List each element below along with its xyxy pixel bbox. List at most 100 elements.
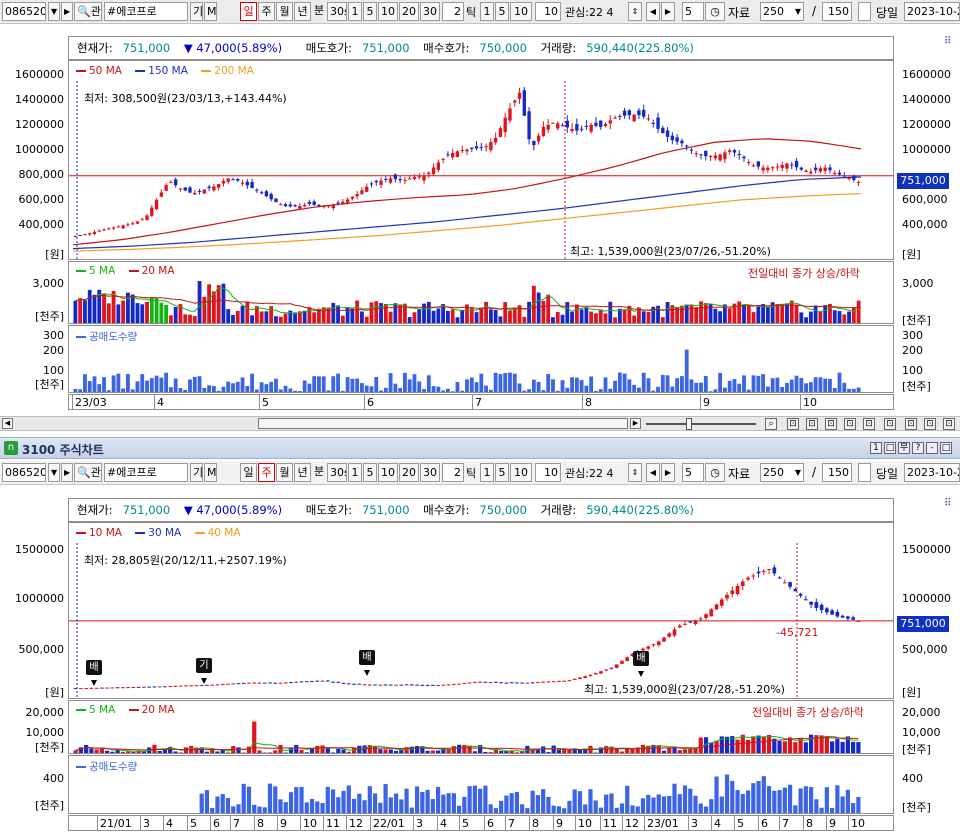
scroll-thumb[interactable] — [258, 418, 628, 429]
marker-bae-1[interactable]: 배 — [86, 660, 102, 675]
zoom-slider-track[interactable] — [646, 423, 756, 425]
gi-button[interactable]: 기 — [190, 2, 203, 21]
settings-grip-icon[interactable]: ⠿ — [944, 36, 951, 47]
window-mu-button[interactable]: 무 — [898, 442, 910, 454]
step-input[interactable]: 5 — [682, 463, 704, 482]
tick-10-button[interactable]: 10 — [510, 2, 532, 21]
help-button[interactable]: ? — [912, 442, 924, 454]
volume-bar — [603, 377, 608, 392]
tick-count-input[interactable]: 2 — [442, 463, 464, 482]
spin-icon[interactable]: ⇕ — [628, 2, 642, 21]
tick-5-button[interactable]: 5 — [495, 463, 509, 482]
settings-grip-icon[interactable]: ⠿ — [944, 498, 951, 509]
step-input[interactable]: 5 — [682, 2, 704, 21]
scroll-left-icon[interactable]: ◀ — [2, 418, 13, 429]
period-day-button[interactable]: 일 — [240, 2, 257, 21]
ten-input[interactable]: 10 — [535, 2, 561, 21]
stock-code-input[interactable]: 086520 — [2, 463, 46, 482]
tick-count-input[interactable]: 2 — [442, 2, 464, 21]
play-icon[interactable]: ▶ — [61, 2, 73, 21]
period-year-button[interactable]: 년 — [294, 463, 311, 482]
tool-icon[interactable]: ⊡ — [884, 418, 896, 430]
next-arrow-icon[interactable]: ▶ — [661, 2, 675, 21]
prev-arrow-icon[interactable]: ◀ — [646, 463, 660, 482]
stock-code-input[interactable]: 086520 — [2, 2, 46, 21]
min-10-button[interactable]: 10 — [378, 2, 398, 21]
min-1-button[interactable]: 1 — [348, 2, 362, 21]
candle-body — [473, 681, 477, 683]
volume-bar — [325, 786, 330, 813]
data-count-select[interactable]: 250 ▼ — [760, 463, 804, 482]
min-30-button[interactable]: 30 — [420, 2, 440, 21]
zoom-slider-handle[interactable] — [686, 418, 692, 430]
tool-icon[interactable]: ⊡ — [844, 418, 856, 430]
stock-name-input[interactable]: #에코프로 — [104, 2, 188, 21]
date-input[interactable]: 2023-10-2 — [904, 2, 960, 21]
period-month-button[interactable]: 월 — [276, 2, 293, 21]
clock-icon[interactable]: ◷ — [705, 463, 725, 482]
tool-icon[interactable]: ⊡ — [863, 418, 875, 430]
min-20-button[interactable]: 20 — [399, 463, 419, 482]
date-input[interactable]: 2023-10-2 — [904, 463, 960, 482]
tick-1-button[interactable]: 1 — [480, 2, 494, 21]
dropdown-arrow-icon[interactable]: ▼ — [48, 463, 60, 482]
period-week-button[interactable]: 주 — [258, 2, 275, 21]
minimize-button[interactable]: - — [926, 442, 938, 454]
volume-bar — [837, 372, 842, 392]
zoom-icon[interactable]: ⌕ — [765, 418, 777, 430]
tick-10-button[interactable]: 10 — [510, 463, 532, 482]
total-input[interactable]: 150 — [822, 463, 852, 482]
next-arrow-icon[interactable]: ▶ — [661, 463, 675, 482]
period-day-button[interactable]: 일 — [240, 463, 257, 482]
min-30s-button[interactable]: 30s — [327, 463, 347, 482]
min-5-button[interactable]: 5 — [363, 463, 377, 482]
search-flag-button[interactable]: 🔍관 — [74, 2, 102, 21]
short-pane-bottom[interactable] — [68, 755, 894, 814]
m-button[interactable]: M — [204, 463, 217, 482]
stock-name-input[interactable]: #에코프로 — [104, 463, 188, 482]
marker-bae-2[interactable]: 배 — [359, 650, 375, 665]
window-number-button[interactable]: 1 — [870, 442, 882, 454]
scroll-right-icon[interactable]: ▶ — [630, 418, 641, 429]
play-icon[interactable]: ▶ — [61, 463, 73, 482]
tool-icon[interactable]: ⊡ — [825, 418, 837, 430]
min-30s-button[interactable]: 30s — [327, 2, 347, 21]
m-button[interactable]: M — [204, 2, 217, 21]
min-20-button[interactable]: 20 — [399, 2, 419, 21]
period-year-button[interactable]: 년 — [294, 2, 311, 21]
gi-button[interactable]: 기 — [190, 463, 203, 482]
marker-bae-3[interactable]: 배 — [633, 651, 649, 666]
period-month-button[interactable]: 월 — [276, 463, 293, 482]
scrollbar-top[interactable]: ◀ ▶ ⌕ ⊡ ⊡ ⊡ ⊡ ⊡ ⊡ ⊡ ⊡ ⊡ — [0, 416, 960, 431]
period-week-button[interactable]: 주 — [258, 463, 275, 482]
spin-icon[interactable]: ⇕ — [628, 463, 642, 482]
volume-bar — [346, 751, 351, 753]
total-input[interactable]: 150 — [822, 2, 852, 21]
data-count-select[interactable]: 250 ▼ — [760, 2, 804, 21]
price-pane-bottom[interactable] — [68, 522, 894, 699]
clock-icon[interactable]: ◷ — [705, 2, 725, 21]
tick-1-button[interactable]: 1 — [480, 463, 494, 482]
tool-icon[interactable]: ⊡ — [924, 418, 936, 430]
candle-body — [135, 221, 140, 224]
marker-gi[interactable]: 기 — [196, 658, 212, 673]
ten-input[interactable]: 10 — [535, 463, 561, 482]
prev-arrow-icon[interactable]: ◀ — [646, 2, 660, 21]
candle-body — [484, 146, 488, 148]
window-layout-button[interactable]: □ — [884, 442, 896, 454]
tool-icon[interactable]: ⊡ — [905, 418, 917, 430]
short-pane-top[interactable] — [68, 325, 894, 393]
min-1-button[interactable]: 1 — [348, 463, 362, 482]
min-10-button[interactable]: 10 — [378, 463, 398, 482]
today-checkbox[interactable] — [858, 2, 871, 21]
tick-5-button[interactable]: 5 — [495, 2, 509, 21]
maximize-button[interactable]: □ — [940, 442, 952, 454]
min-5-button[interactable]: 5 — [363, 2, 377, 21]
tool-icon[interactable]: ⊡ — [787, 418, 799, 430]
search-flag-button[interactable]: 🔍관 — [74, 463, 102, 482]
tool-icon[interactable]: ⊡ — [943, 418, 955, 430]
min-30-button[interactable]: 30 — [420, 463, 440, 482]
today-checkbox[interactable] — [858, 463, 871, 482]
dropdown-arrow-icon[interactable]: ▼ — [48, 2, 60, 21]
tool-icon[interactable]: ⊡ — [806, 418, 818, 430]
